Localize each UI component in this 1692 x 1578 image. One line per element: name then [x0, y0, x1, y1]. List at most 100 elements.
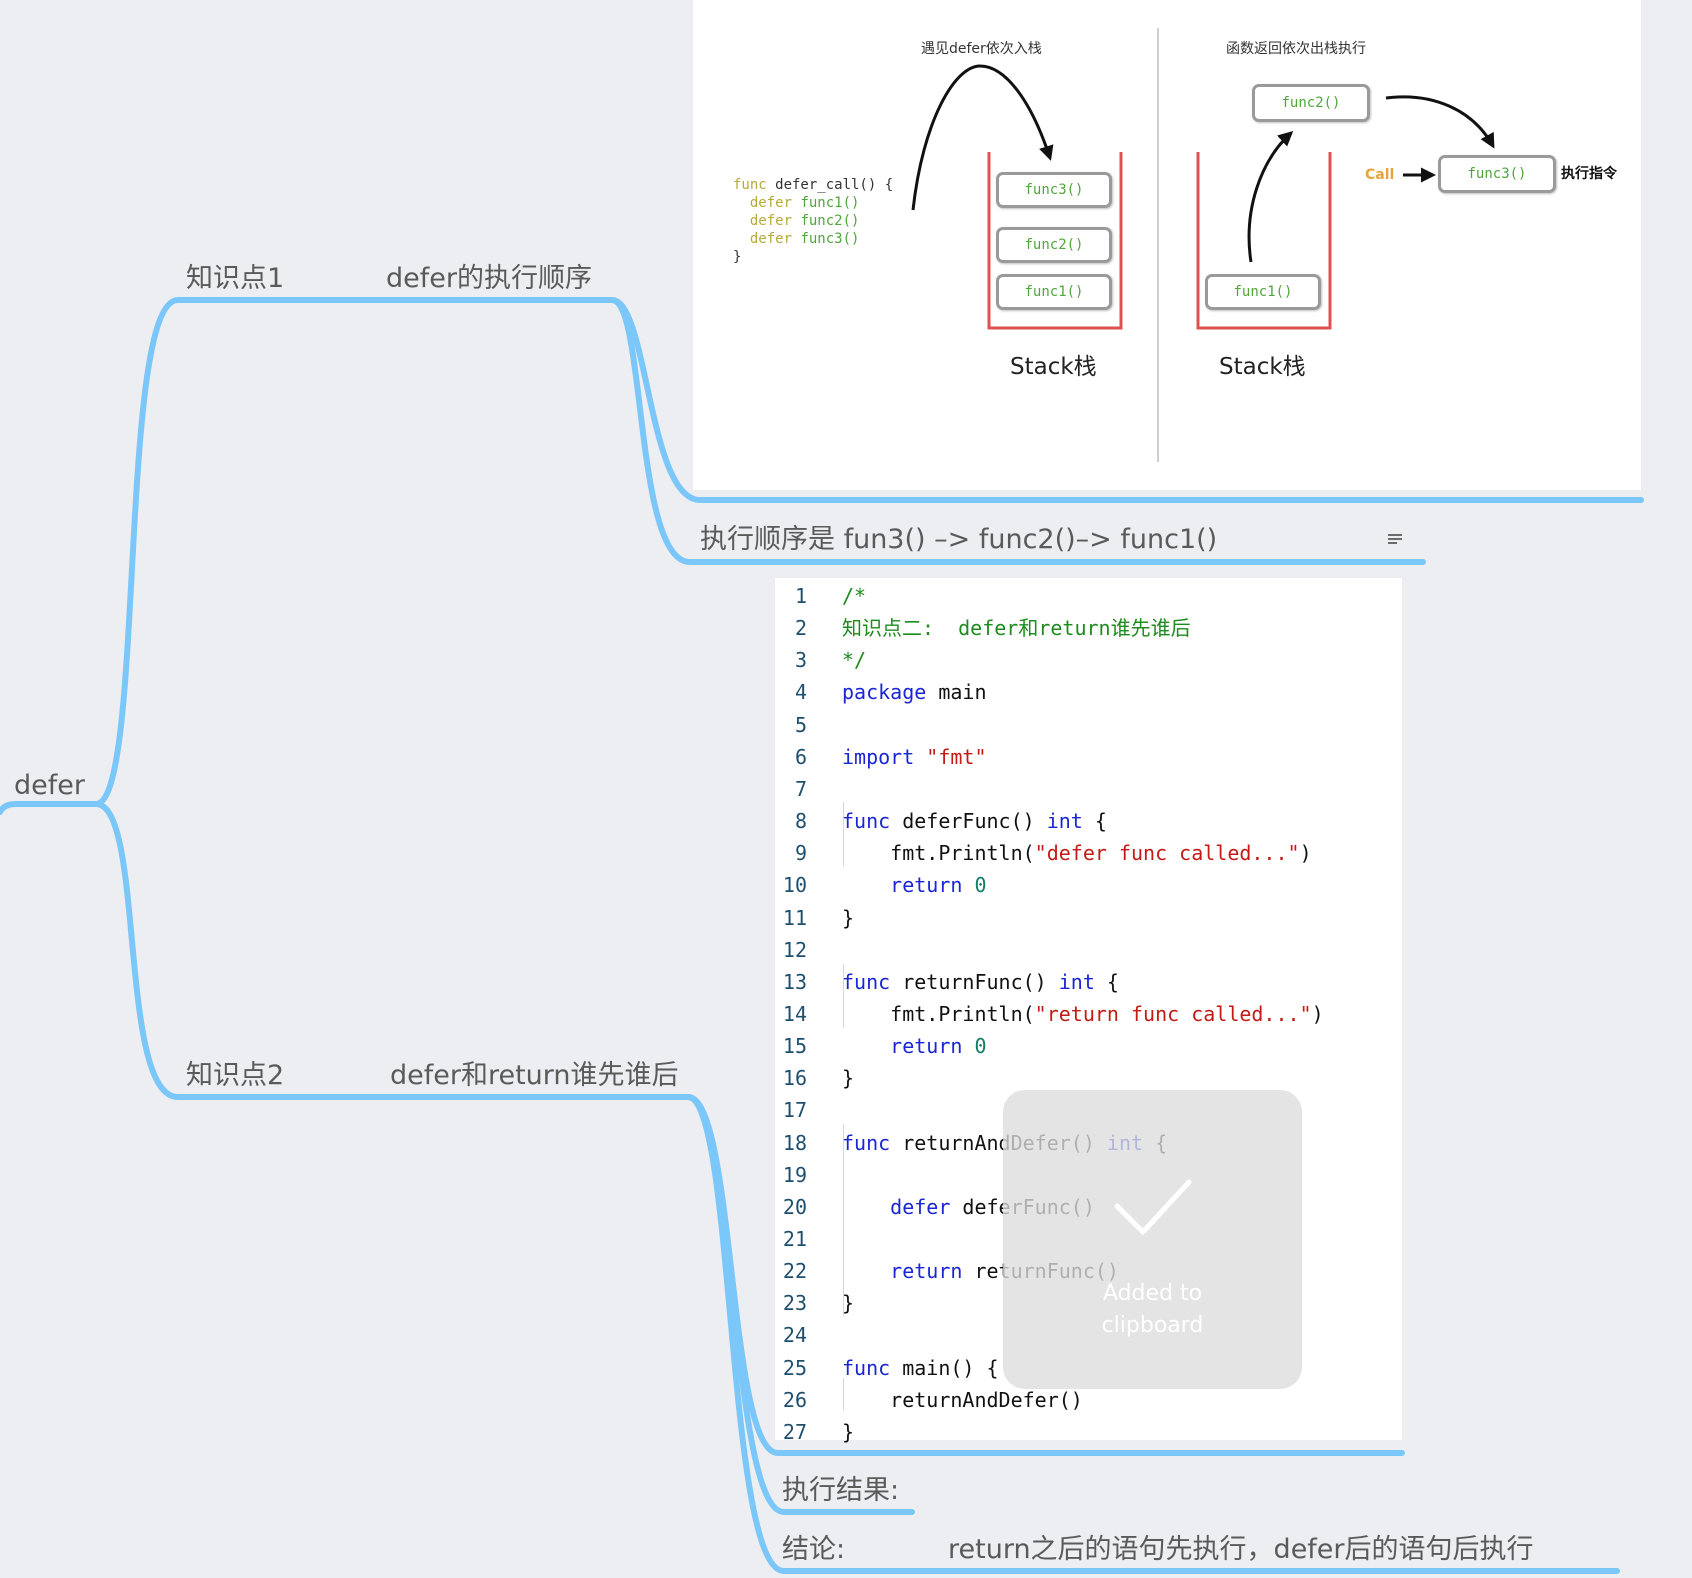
code-text: return 0: [842, 1030, 987, 1062]
result-label[interactable]: 执行结果:: [782, 1477, 899, 1504]
line-number: 23: [782, 1291, 807, 1316]
code-token: }: [842, 1066, 855, 1091]
code-token: "return func called...": [1034, 1001, 1312, 1026]
code-token: return: [890, 1034, 963, 1059]
code-token: ): [1311, 1001, 1324, 1026]
mindmap-canvas[interactable]: defer 知识点1 defer的执行顺序 执行顺序是 fun3() –> fu…: [0, 0, 1692, 1578]
code-token: func: [842, 1130, 891, 1155]
code-token: import: [842, 744, 915, 769]
execute-instruction-label: 执行指令: [1561, 166, 1617, 182]
branch2-topic[interactable]: defer和return谁先谁后: [390, 1062, 679, 1089]
code-token: }: [842, 1291, 855, 1316]
line-number: 26: [782, 1387, 807, 1412]
popped-func2: func2(): [1252, 84, 1370, 122]
left-stack-caption: Stack栈: [1010, 354, 1097, 380]
code-line: 6 import "fmt": [775, 741, 1402, 773]
code-text: func deferFunc() int {: [842, 805, 1107, 837]
line-number: 20: [782, 1194, 807, 1219]
branch2-label[interactable]: 知识点2: [186, 1062, 284, 1089]
code-line: 14 fmt.Println("return func called..."): [775, 998, 1402, 1030]
line-number: 21: [782, 1227, 807, 1251]
code-line: 3 */: [775, 644, 1402, 676]
code-token: */: [842, 648, 867, 673]
code-token: deferFunc(): [890, 809, 1047, 834]
code-token: main: [926, 680, 987, 705]
code-token: "defer func called...": [1034, 841, 1300, 866]
root-node-defer[interactable]: defer: [14, 772, 85, 799]
clipboard-toast: Added to clipboard: [1003, 1090, 1302, 1389]
push-caption: 遇见defer依次入栈: [921, 41, 1042, 57]
code-text: }: [842, 1062, 854, 1094]
code-line: 2 知识点二: defer和return谁先谁后: [775, 612, 1402, 644]
code-line: 5: [775, 709, 1402, 741]
code-text: /*: [842, 580, 866, 612]
code-token: /*: [842, 584, 867, 608]
line-number: 12: [782, 937, 807, 962]
code-text: func returnFunc() int {: [842, 966, 1119, 998]
code-line: 15 return 0: [775, 1030, 1402, 1062]
code-token: func: [842, 1355, 891, 1380]
code-token: ): [1299, 841, 1312, 866]
left-stack-func2: func2(): [996, 227, 1112, 263]
line-number: 22: [782, 1259, 807, 1284]
code-line: 8 func deferFunc() int {: [775, 805, 1402, 837]
code-text: }: [842, 1287, 854, 1319]
line-number: 3: [794, 648, 807, 673]
line-number: 25: [782, 1355, 807, 1380]
toast-line-1: Added to: [1102, 1281, 1203, 1306]
call-label: Call: [1365, 167, 1395, 183]
code-text: fmt.Println("return func called..."): [842, 998, 1324, 1030]
pop-arrow: [1247, 130, 1294, 263]
code-token: "fmt": [926, 744, 987, 769]
conclusion-label[interactable]: 结论:: [782, 1536, 845, 1563]
branch1-label[interactable]: 知识点1: [186, 265, 284, 292]
toast-line-2: clipboard: [1101, 1313, 1204, 1338]
line-number: 14: [782, 1001, 807, 1026]
code-token: fmt.Println(: [842, 841, 1035, 866]
branch1-note[interactable]: 执行顺序是 fun3() –> func2()–> func1(): [700, 526, 1217, 553]
code-token: 知识点二: defer和return谁先谁后: [842, 616, 1191, 641]
code-text: package main: [842, 676, 987, 708]
code-token: fmt.Println(: [842, 1001, 1035, 1026]
line-number: 6: [794, 744, 807, 769]
code-line: 11}: [775, 902, 1402, 934]
conclusion-text[interactable]: return之后的语句先执行，defer后的语句后执行: [948, 1536, 1534, 1563]
code-line: 1 /*: [775, 580, 1402, 612]
line-number: 1: [794, 584, 807, 608]
code-token: main() {: [890, 1355, 999, 1380]
code-text: func main() {: [842, 1352, 999, 1384]
code-token: 0: [974, 873, 987, 898]
code-token: int: [1058, 969, 1095, 994]
code-line: 27}: [775, 1416, 1402, 1448]
line-number: 18: [782, 1130, 807, 1155]
branch1-topic[interactable]: defer的执行顺序: [386, 265, 592, 292]
line-number: 4: [794, 680, 807, 705]
code-line: 10 return 0: [775, 869, 1402, 901]
code-token: returnAndDefer(): [842, 1387, 1083, 1412]
line-number: 8: [794, 809, 807, 834]
line-number: 5: [794, 712, 807, 737]
code-text: fmt.Println("defer func called..."): [842, 837, 1312, 869]
line-number: 7: [794, 776, 807, 801]
defer-stack-diagram[interactable]: 遇见defer依次入栈 函数返回依次出栈执行 func defer_call()…: [693, 0, 1641, 490]
line-number: 10: [782, 873, 807, 898]
right-stack-func1: func1(): [1205, 274, 1321, 310]
code-text: return 0: [842, 869, 987, 901]
note-lines-icon[interactable]: [1388, 534, 1402, 546]
code-line: 13 func returnFunc() int {: [775, 966, 1402, 998]
line-number: 27: [782, 1419, 807, 1444]
code-token: }: [842, 905, 855, 930]
code-text: 知识点二: defer和return谁先谁后: [842, 612, 1191, 644]
code-line: 4 package main: [775, 676, 1402, 708]
code-token: func: [842, 969, 891, 994]
left-stack-func3: func3(): [996, 172, 1112, 208]
line-number: 15: [782, 1034, 807, 1059]
code-token: 0: [974, 1034, 987, 1059]
defer-call-code: func defer_call() { defer func1() defer …: [733, 177, 894, 265]
line-number: 17: [782, 1098, 807, 1123]
